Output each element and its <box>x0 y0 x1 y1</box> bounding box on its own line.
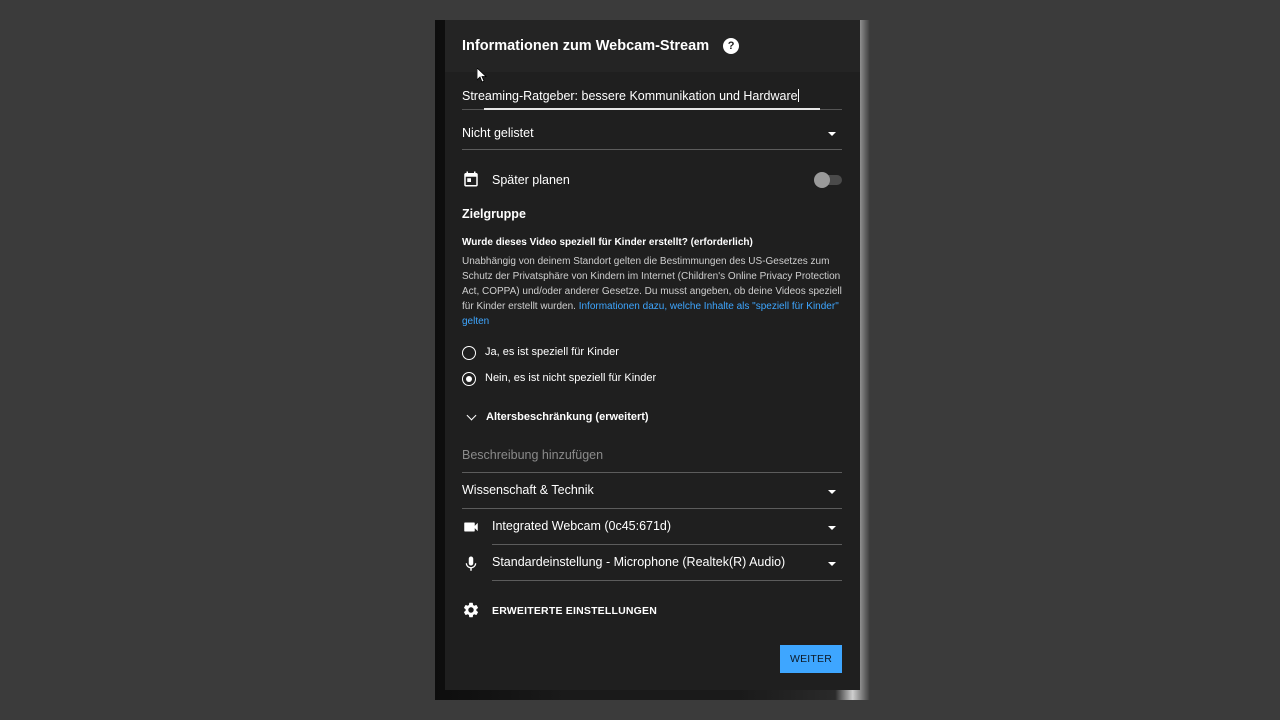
audience-section-title: Zielgruppe <box>462 207 526 221</box>
help-icon[interactable]: ? <box>723 38 740 54</box>
advanced-settings-button[interactable]: ERWEITERTE EINSTELLUNGEN <box>462 601 842 623</box>
dropdown-arrow-icon <box>828 490 836 494</box>
age-restriction-label: Altersbeschränkung (erweitert) <box>486 411 649 423</box>
focus-underline <box>484 108 820 110</box>
dialog-header: Informationen zum Webcam-Stream ? <box>445 20 860 72</box>
dialog-content: Streaming-Ratgeber: bessere Kommunikatio… <box>462 72 842 623</box>
camera-select[interactable]: Integrated Webcam (0c45:671d) <box>492 519 842 545</box>
microphone-select[interactable]: Standardeinstellung - Microphone (Realte… <box>492 555 842 581</box>
radio-no-button[interactable] <box>462 372 476 386</box>
videocam-icon <box>464 522 478 532</box>
radio-option-no[interactable]: Nein, es ist nicht speziell für Kinder <box>462 370 842 396</box>
chevron-down-icon <box>466 410 477 421</box>
description-placeholder: Beschreibung hinzufügen <box>462 448 604 462</box>
camera-value: Integrated Webcam (0c45:671d) <box>492 519 672 533</box>
age-restriction-expander[interactable]: Altersbeschränkung (erweitert) <box>462 410 842 430</box>
radio-yes-button[interactable] <box>462 346 476 360</box>
microphone-row: Standardeinstellung - Microphone (Realte… <box>462 555 842 581</box>
schedule-toggle[interactable] <box>814 172 842 188</box>
gear-icon <box>463 602 479 618</box>
category-select[interactable]: Wissenschaft & Technik <box>462 483 842 509</box>
dropdown-arrow-icon <box>828 132 836 136</box>
mouse-cursor-icon <box>477 68 487 83</box>
stream-title-input[interactable]: Streaming-Ratgeber: bessere Kommunikatio… <box>462 89 842 110</box>
calendar-icon <box>464 171 478 187</box>
dialog-title: Informationen zum Webcam-Stream <box>462 38 710 54</box>
webcam-stream-dialog: Informationen zum Webcam-Stream ? Stream… <box>445 20 860 690</box>
stream-title-value: Streaming-Ratgeber: bessere Kommunikatio… <box>462 89 798 103</box>
visibility-value: Nicht gelistet <box>462 126 534 140</box>
advanced-settings-label: ERWEITERTE EINSTELLUNGEN <box>492 605 658 617</box>
description-input[interactable]: Beschreibung hinzufügen <box>462 448 842 473</box>
microphone-value: Standardeinstellung - Microphone (Realte… <box>492 555 786 569</box>
schedule-row: Später planen <box>462 170 842 194</box>
schedule-label: Später planen <box>492 173 570 187</box>
audience-question: Wurde dieses Video speziell für Kinder e… <box>462 237 753 248</box>
microphone-icon <box>465 556 477 571</box>
category-value: Wissenschaft & Technik <box>462 483 594 497</box>
visibility-select[interactable]: Nicht gelistet <box>462 126 842 150</box>
coppa-paragraph: Unabhängig von deinem Standort gelten di… <box>462 254 848 329</box>
radio-no-label: Nein, es ist nicht speziell für Kinder <box>485 372 657 384</box>
radio-option-yes[interactable]: Ja, es ist speziell für Kinder <box>462 344 842 370</box>
radio-yes-label: Ja, es ist speziell für Kinder <box>485 346 619 358</box>
next-button[interactable]: WEITER <box>780 645 842 673</box>
dropdown-arrow-icon <box>828 526 836 530</box>
dropdown-arrow-icon <box>828 562 836 566</box>
camera-row: Integrated Webcam (0c45:671d) <box>462 519 842 545</box>
toggle-knob <box>814 172 830 188</box>
text-caret <box>797 89 799 102</box>
